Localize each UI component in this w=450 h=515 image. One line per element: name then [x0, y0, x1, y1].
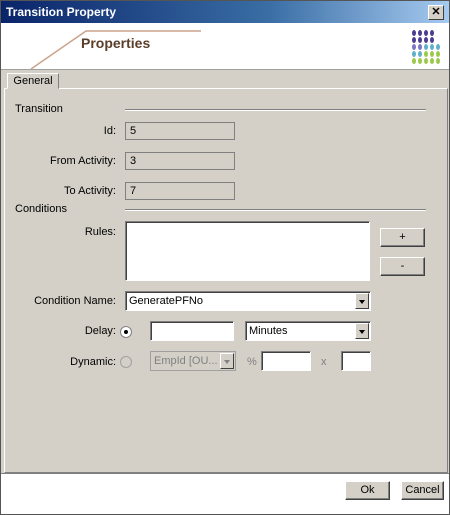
dots-logo-icon	[412, 30, 440, 64]
remove-rule-button[interactable]: -	[380, 257, 425, 276]
dynamic-field-select[interactable]: EmpId [OU...	[150, 351, 236, 371]
banner-title: Properties	[81, 35, 151, 51]
delay-input[interactable]	[150, 321, 234, 341]
chevron-down-icon[interactable]	[355, 323, 369, 339]
percent-symbol: %	[247, 356, 257, 368]
delay-radio[interactable]	[120, 326, 132, 338]
rules-label: Rules:	[84, 226, 116, 238]
condition-name-select[interactable]: GeneratePFNo	[125, 291, 371, 311]
multiplier-input[interactable]	[341, 351, 371, 371]
rules-textarea[interactable]	[125, 221, 370, 281]
close-icon: ✕	[431, 6, 441, 18]
chevron-down-icon[interactable]	[220, 353, 234, 369]
delay-unit-value: Minutes	[249, 325, 288, 337]
properties-banner: Properties	[1, 23, 449, 70]
from-activity-label: From Activity:	[49, 155, 116, 167]
conditions-section-label: Conditions	[15, 203, 67, 215]
delay-label: Delay:	[84, 325, 116, 337]
transition-separator	[125, 109, 426, 111]
id-field: 5	[125, 122, 235, 140]
percent-input[interactable]	[261, 351, 311, 371]
dynamic-radio[interactable]	[120, 356, 132, 368]
transition-section-label: Transition	[15, 103, 63, 115]
to-activity-field: 7	[125, 182, 235, 200]
close-button[interactable]: ✕	[428, 5, 444, 20]
to-activity-label: To Activity:	[64, 185, 116, 197]
window-title: Transition Property	[6, 5, 117, 19]
title-bar[interactable]: Transition Property ✕	[1, 1, 449, 23]
conditions-separator	[125, 209, 426, 211]
cancel-button[interactable]: Cancel	[401, 481, 444, 500]
dialog-window: Transition Property ✕ Properties General…	[0, 0, 450, 515]
dynamic-field-value: EmpId [OU...	[154, 355, 218, 367]
ok-button[interactable]: Ok	[345, 481, 390, 500]
from-activity-field: 3	[125, 152, 235, 170]
add-rule-button[interactable]: +	[380, 228, 425, 247]
dynamic-label: Dynamic:	[70, 356, 116, 368]
multiply-symbol: x	[321, 356, 327, 368]
condition-name-value: GeneratePFNo	[129, 295, 203, 307]
id-label: Id:	[103, 125, 116, 137]
footer-separator	[1, 473, 449, 475]
chevron-down-icon[interactable]	[355, 293, 369, 309]
tab-general[interactable]: General	[7, 73, 59, 89]
condition-name-label: Condition Name:	[34, 295, 116, 307]
delay-unit-select[interactable]: Minutes	[245, 321, 371, 341]
